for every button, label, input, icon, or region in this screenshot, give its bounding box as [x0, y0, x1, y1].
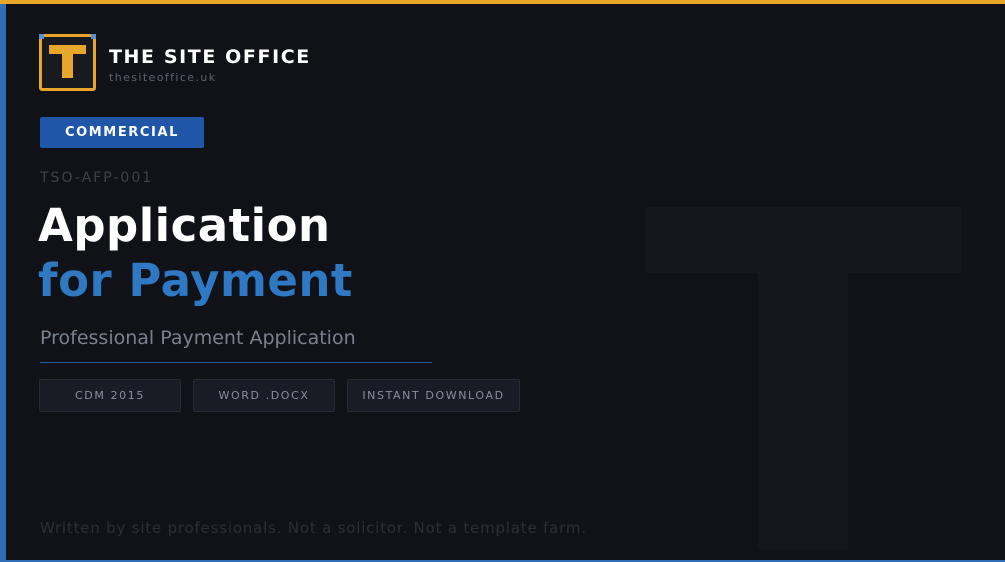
- brand-name: THE SITE OFFICE: [109, 46, 311, 68]
- watermark-crossbar: [645, 207, 961, 273]
- page-subtitle: Professional Payment Application: [40, 327, 356, 349]
- tag-word-docx: WORD .DOCX: [193, 379, 335, 412]
- tag-cdm-2015: CDM 2015: [39, 379, 181, 412]
- logo-corner-tl: [39, 34, 44, 39]
- logo-t-stem: [62, 54, 73, 78]
- left-accent-bar: [0, 4, 6, 562]
- subtitle-divider: [40, 362, 432, 363]
- document-code: TSO-AFP-001: [40, 170, 154, 186]
- product-cover: THE SITE OFFICE thesiteoffice.uk COMMERC…: [0, 0, 1005, 562]
- page-title-line1: Application: [38, 199, 331, 252]
- logo-corner-tr: [91, 34, 96, 39]
- logo-t-crossbar: [49, 45, 86, 54]
- footer-note: Written by site professionals. Not a sol…: [40, 519, 587, 537]
- page-title-line2: for Payment: [38, 254, 353, 307]
- brand-t-logo-icon: [39, 34, 96, 91]
- category-badge: COMMERCIAL: [40, 117, 204, 148]
- tag-instant-download: INSTANT DOWNLOAD: [347, 379, 520, 412]
- brand-url: thesiteoffice.uk: [109, 71, 217, 84]
- top-accent-bar: [0, 0, 1005, 4]
- watermark-stem: [758, 273, 848, 550]
